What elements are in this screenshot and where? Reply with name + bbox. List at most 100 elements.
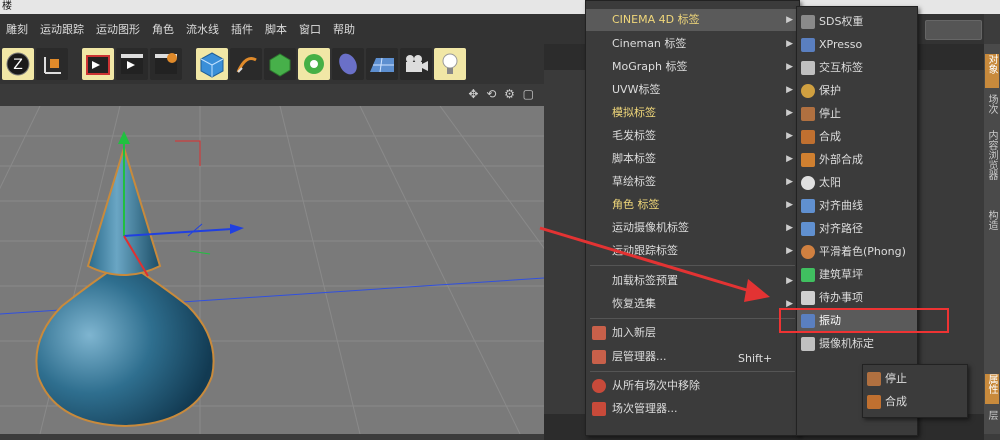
camera-icon: [406, 55, 428, 72]
deformer-button[interactable]: [332, 48, 364, 80]
submenu-item-todo[interactable]: 待办事项: [797, 287, 917, 309]
subdivision-button[interactable]: [264, 48, 296, 80]
x-axis-arrow-icon: [230, 224, 244, 234]
grass-icon: [801, 268, 815, 282]
submenu-item-align-spline[interactable]: 对齐曲线: [797, 195, 917, 217]
submenu-item-camera-calibrate[interactable]: 摄像机标定: [797, 333, 917, 355]
submenu-item-external-compositing[interactable]: 外部合成: [797, 149, 917, 171]
render-view-button[interactable]: [82, 48, 114, 80]
menu-mograph[interactable]: 运动图形: [90, 21, 146, 37]
menu-item-take-manager[interactable]: 场次管理器...: [586, 398, 799, 420]
deformer-icon: [339, 53, 357, 75]
submenu-item-compositing[interactable]: 合成: [797, 126, 917, 148]
pen-button[interactable]: [230, 48, 262, 80]
layout-dropdown[interactable]: [925, 20, 982, 40]
sun-icon: [801, 176, 815, 190]
submenu-item-align-path[interactable]: 对齐路径: [797, 218, 917, 240]
align-spline-icon: [801, 199, 815, 213]
stop-icon: [801, 107, 815, 121]
clapper-icon: [86, 55, 110, 75]
floor-icon: [370, 57, 394, 73]
viewport-nav-icons[interactable]: ✥ ⟲ ⚙ ▢: [468, 87, 536, 101]
menu-item-add-new-layer[interactable]: 加入新层: [586, 322, 799, 344]
menu-item-mograph-tags[interactable]: MoGraph 标签 ▶: [586, 56, 799, 78]
z-icon: Z: [6, 52, 30, 76]
z-axis-button[interactable]: Z: [2, 48, 34, 80]
menu-window[interactable]: 窗口: [293, 21, 327, 37]
sim-submenu-item-compositing[interactable]: 合成: [863, 391, 967, 413]
take-manager-icon: [592, 402, 606, 416]
menu-pipeline[interactable]: 流水线: [180, 21, 225, 37]
sds-weight-icon: [801, 15, 815, 29]
protection-icon: [801, 84, 815, 98]
render-settings-button[interactable]: [150, 48, 182, 80]
submenu-item-sds-weight[interactable]: SDS权重: [797, 11, 917, 33]
subdivision-icon: [269, 53, 291, 77]
menu-item-load-tag-preset[interactable]: 加载标签预置 ▶: [586, 270, 799, 292]
compositing-icon: [867, 395, 881, 409]
camera-calibrate-icon: [801, 337, 815, 351]
phong-icon: [801, 245, 815, 259]
tags-context-menu: CINEMA 4D 标签 ▶ Cineman 标签 ▶ MoGraph 标签 ▶ UV…: [585, 0, 800, 436]
floor-button[interactable]: [366, 48, 398, 80]
viewport-scene: [0, 106, 544, 434]
take-remove-icon: [592, 379, 606, 393]
menu-script[interactable]: 脚本: [259, 21, 293, 37]
coordinate-system-icon: [44, 57, 61, 74]
y-axis-arrow-icon: [118, 131, 130, 144]
svg-text:Z: Z: [13, 57, 23, 73]
submenu-item-grass[interactable]: 建筑草坪: [797, 264, 917, 286]
shortcut-hint: Shift+: [738, 352, 773, 365]
menu-plugins[interactable]: 插件: [225, 21, 259, 37]
submenu-item-interaction[interactable]: 交互标签: [797, 57, 917, 79]
render-picture-viewer-button[interactable]: [116, 48, 148, 80]
tab-takes[interactable]: 场次: [985, 94, 999, 124]
cube-button[interactable]: [196, 48, 228, 80]
world-coordinates-button[interactable]: [36, 48, 68, 80]
menu-item-character-tags[interactable]: 角色 标签 ▶: [586, 194, 799, 216]
submenu-item-sun[interactable]: 太阳: [797, 172, 917, 194]
menu-item-cinema4d-tags[interactable]: CINEMA 4D 标签 ▶: [586, 9, 799, 31]
corner-marker: [175, 140, 201, 166]
menu-item-remove-from-takes[interactable]: 从所有场次中移除: [586, 375, 799, 397]
stop-icon: [867, 372, 881, 386]
menu-item-sketch-tags[interactable]: 草绘标签 ▶: [586, 171, 799, 193]
window-title: 楼: [2, 1, 12, 12]
light-button[interactable]: [434, 48, 466, 80]
todo-icon: [801, 291, 815, 305]
menu-item-motion-camera-tags[interactable]: 运动摄像机标签 ▶: [586, 217, 799, 239]
menu-item-restore-selection[interactable]: 恢复选集 ▶: [586, 293, 799, 315]
layer-manager-icon: [592, 350, 606, 364]
menu-item-script-tags[interactable]: 脚本标签 ▶: [586, 148, 799, 170]
highlight-box-annotation: [779, 308, 949, 333]
submenu-item-stop[interactable]: 停止: [797, 103, 917, 125]
menu-item-cineman-tags[interactable]: Cineman 标签 ▶: [586, 33, 799, 55]
right-side-tabs: 对象 场次 内容浏览器 构造 属性 层: [984, 44, 1000, 434]
menu-motion-tracking[interactable]: 运动跟踪: [34, 21, 90, 37]
menu-character[interactable]: 角色: [146, 21, 180, 37]
menu-divider: [590, 371, 795, 372]
tab-structure[interactable]: 构造: [985, 210, 999, 240]
submenu-item-phong[interactable]: 平滑着色(Phong): [797, 241, 917, 263]
simulation-submenu: 停止 合成: [862, 364, 968, 418]
sim-submenu-item-stop[interactable]: 停止: [863, 368, 967, 390]
tab-content-browser[interactable]: 内容浏览器: [985, 130, 999, 202]
array-button[interactable]: [298, 48, 330, 80]
submenu-item-xpresso[interactable]: XPresso: [797, 34, 917, 56]
menu-item-motion-tracking-tags[interactable]: 运动跟踪标签 ▶: [586, 240, 799, 262]
main-toolbar: Z: [0, 44, 546, 84]
submenu-item-protection[interactable]: 保护: [797, 80, 917, 102]
array-icon: [304, 54, 324, 74]
menu-sculpt[interactable]: 雕刻: [0, 21, 34, 37]
align-path-icon: [801, 222, 815, 236]
tab-layers[interactable]: 层: [985, 410, 999, 430]
menu-divider: [590, 318, 795, 319]
tab-attributes[interactable]: 属性: [985, 374, 999, 404]
tab-objects[interactable]: 对象: [985, 54, 999, 88]
viewport-3d[interactable]: ✥ ⟲ ⚙ ▢: [0, 84, 544, 434]
menu-help[interactable]: 帮助: [327, 21, 361, 37]
menu-item-uvw-tags[interactable]: UVW标签 ▶: [586, 79, 799, 101]
camera-button[interactable]: [400, 48, 432, 80]
menu-item-hair-tags[interactable]: 毛发标签 ▶: [586, 125, 799, 147]
menu-item-simulation-tags[interactable]: 模拟标签 ▶: [586, 102, 799, 124]
